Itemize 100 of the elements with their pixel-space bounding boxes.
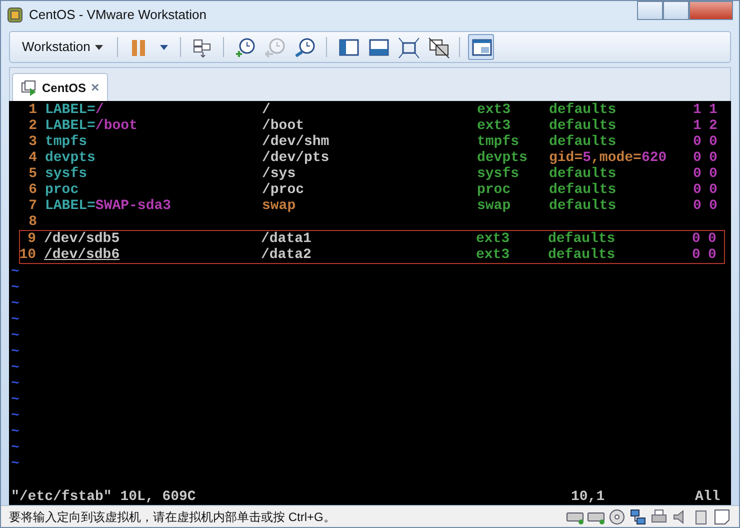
- terminal-text: 0: [708, 231, 716, 247]
- tilde-marker: ~: [11, 344, 20, 360]
- line-number: 2: [28, 118, 37, 134]
- terminal-text: sysfs: [477, 166, 520, 182]
- terminal-text: LABEL=: [45, 198, 96, 214]
- line-number: 5: [28, 166, 37, 182]
- tilde-marker: ~: [11, 424, 20, 440]
- terminal-text: 1: [709, 102, 718, 118]
- app-icon: [7, 7, 23, 23]
- terminal-text: ,mode=: [591, 150, 642, 166]
- line-number: 1: [28, 102, 37, 118]
- tilde-marker: ~: [11, 392, 20, 408]
- tilde-marker: ~: [11, 264, 20, 280]
- terminal-text: 0: [709, 198, 718, 214]
- tilde-marker: ~: [11, 376, 20, 392]
- tilde-marker: ~: [11, 328, 20, 344]
- terminal-text: 0: [709, 182, 718, 198]
- terminal-text: /data1: [261, 231, 312, 247]
- terminal-text: defaults: [548, 231, 616, 247]
- tilde-marker: ~: [11, 360, 20, 376]
- line-number: 6: [28, 182, 37, 198]
- tilde-marker: ~: [11, 296, 20, 312]
- line-number: 8: [28, 214, 37, 230]
- terminal-text: 620: [641, 150, 667, 166]
- minimize-button[interactable]: [637, 1, 663, 20]
- terminal-text: /proc: [262, 182, 304, 198]
- terminal-text: defaults: [549, 118, 616, 134]
- terminal-text: proc: [45, 182, 79, 198]
- terminal-text: 0: [692, 231, 700, 247]
- file-info: "/etc/fstab" 10L, 609C: [11, 489, 197, 505]
- terminal-text: /: [95, 102, 104, 118]
- terminal-text: /dev/shm: [262, 134, 330, 150]
- terminal-text: ext3: [477, 102, 511, 118]
- terminal-text: 0: [693, 150, 702, 166]
- terminal-text: sysfs: [45, 166, 88, 182]
- disc-icon[interactable]: [608, 508, 626, 526]
- terminal-text: 0: [693, 198, 702, 214]
- terminal-text: ext3: [476, 231, 510, 247]
- terminal-text: defaults: [549, 198, 616, 214]
- terminal-text: ext3: [476, 247, 510, 263]
- vm-icon: [21, 80, 37, 96]
- terminal-text: swap: [262, 198, 296, 214]
- terminal-text: /boot: [95, 118, 138, 134]
- tilde-marker: ~: [11, 312, 20, 328]
- terminal-text: /dev/pts: [262, 150, 330, 166]
- maximize-button[interactable]: [663, 1, 689, 20]
- cursor-position: 10,1: [571, 489, 606, 505]
- vm-tab[interactable]: CentOS ×: [12, 73, 108, 101]
- printer-icon[interactable]: [650, 508, 668, 526]
- terminal-text: tmpfs: [45, 134, 88, 150]
- terminal-text: 0: [693, 166, 702, 182]
- workstation-menu[interactable]: Workstation: [16, 35, 110, 59]
- terminal-text: defaults: [549, 102, 616, 118]
- tilde-marker: ~: [11, 408, 20, 424]
- terminal-text: 0: [692, 247, 700, 263]
- terminal-text: 0: [709, 134, 718, 150]
- tilde-marker: ~: [11, 456, 20, 472]
- line-number: 10: [18, 247, 36, 263]
- message-icon[interactable]: [713, 508, 731, 526]
- terminal-text: /data2: [261, 247, 312, 263]
- line-number: 4: [28, 150, 37, 166]
- terminal-text: ext3: [477, 118, 511, 134]
- line-number: 7: [28, 198, 37, 214]
- terminal-text: gid=: [549, 150, 583, 166]
- terminal-text: defaults: [549, 182, 616, 198]
- terminal-text: defaults: [549, 134, 616, 150]
- terminal-text: 5: [582, 150, 592, 166]
- tilde-marker: ~: [11, 280, 20, 296]
- terminal-text: devpts: [477, 150, 528, 166]
- terminal-screen[interactable]: [9, 101, 731, 505]
- status-message: 要将输入定向到该虚拟机，请在虚拟机内部单击或按 Ctrl+G。: [9, 508, 336, 526]
- terminal-text: /sys: [262, 166, 296, 182]
- overlapping-windows-icon: [426, 35, 450, 59]
- window-title: CentOS - VMware Workstation: [29, 6, 206, 24]
- terminal-text: 1: [693, 102, 702, 118]
- close-tab-button[interactable]: ×: [91, 77, 100, 98]
- terminal-text: LABEL=: [45, 118, 96, 134]
- terminal-text: /boot: [262, 118, 304, 134]
- terminal-text: swap: [477, 198, 511, 214]
- caret-icon: [160, 44, 168, 50]
- terminal-text: 2: [709, 118, 718, 134]
- cursor-text: /dev/sdb6: [44, 247, 120, 263]
- caret-icon: [95, 44, 104, 50]
- line-number: 3: [28, 134, 37, 150]
- fullscreen-icon: [396, 35, 420, 59]
- network-icon[interactable]: [629, 508, 647, 526]
- terminal-text: 0: [693, 134, 702, 150]
- terminal-text: defaults: [549, 166, 616, 182]
- terminal-text: SWAP-sda3: [95, 198, 172, 214]
- terminal-text: 0: [709, 166, 718, 182]
- terminal-text: 0: [708, 247, 716, 263]
- terminal-text: devpts: [45, 150, 96, 166]
- terminal-text: defaults: [548, 247, 616, 263]
- line-number: 9: [26, 231, 36, 247]
- terminal-text: proc: [477, 182, 511, 198]
- scroll-position: All: [695, 489, 720, 505]
- terminal-text: 0: [709, 150, 718, 166]
- toolbar-button[interactable]: [468, 34, 494, 60]
- terminal-text: 1: [693, 118, 702, 134]
- terminal-text: 0: [693, 182, 702, 198]
